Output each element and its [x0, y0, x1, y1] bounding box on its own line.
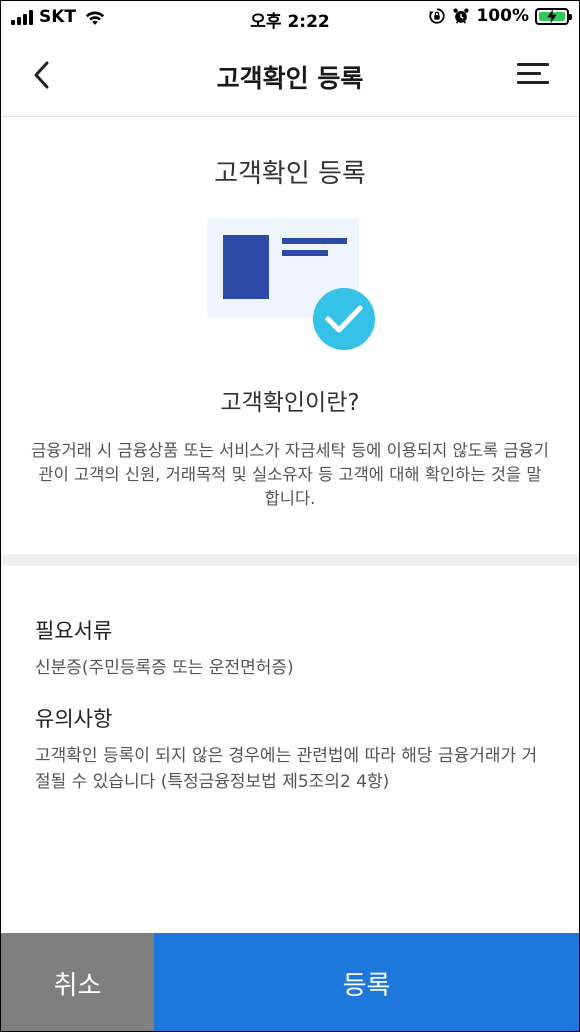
status-bar: SKT 오후 2:22 100% [1, 1, 579, 35]
content-title: 고객확인 등록 [214, 159, 366, 189]
id-card-check-icon [207, 218, 375, 350]
section-question: 고객확인이란? [220, 390, 360, 416]
notes-heading: 유의사항 [35, 707, 113, 731]
description-text: 금융거래 시 금융상품 또는 서비스가 자금세탁 등에 이용되지 않도록 금융기… [31, 441, 549, 508]
notes-body: 고객확인 등록이 되지 않은 경우에는 관련법에 따라 해당 금융거래가 거절될… [35, 746, 538, 792]
hamburger-menu-icon[interactable] [517, 61, 549, 87]
page-title: 고객확인 등록 [216, 64, 364, 93]
rotation-lock-icon [429, 8, 446, 24]
battery-charging-icon [535, 7, 572, 25]
notes-section: 유의사항 고객확인 등록이 되지 않은 경우에는 관련법에 따라 해당 금융거래… [35, 703, 551, 795]
register-button[interactable]: 등록 [154, 933, 579, 1031]
required-docs-section: 필요서류 신분증(주민등록증 또는 운전면허증) [35, 615, 551, 681]
alarm-icon [453, 8, 470, 24]
nav-header: 고객확인 등록 [1, 35, 579, 117]
status-right: 100% [428, 6, 572, 26]
bottom-action-bar: 취소 등록 [1, 933, 579, 1031]
required-docs-body: 신분증(주민등록증 또는 운전면허증) [35, 658, 294, 678]
battery-percent: 100% [476, 6, 529, 26]
section-divider [1, 554, 579, 566]
app-screen: SKT 오후 2:22 100% 고객확인 등록 고객확인 등록 고객확인이란?… [0, 0, 580, 1032]
cancel-button[interactable]: 취소 [1, 933, 154, 1031]
required-docs-heading: 필요서류 [35, 619, 113, 643]
